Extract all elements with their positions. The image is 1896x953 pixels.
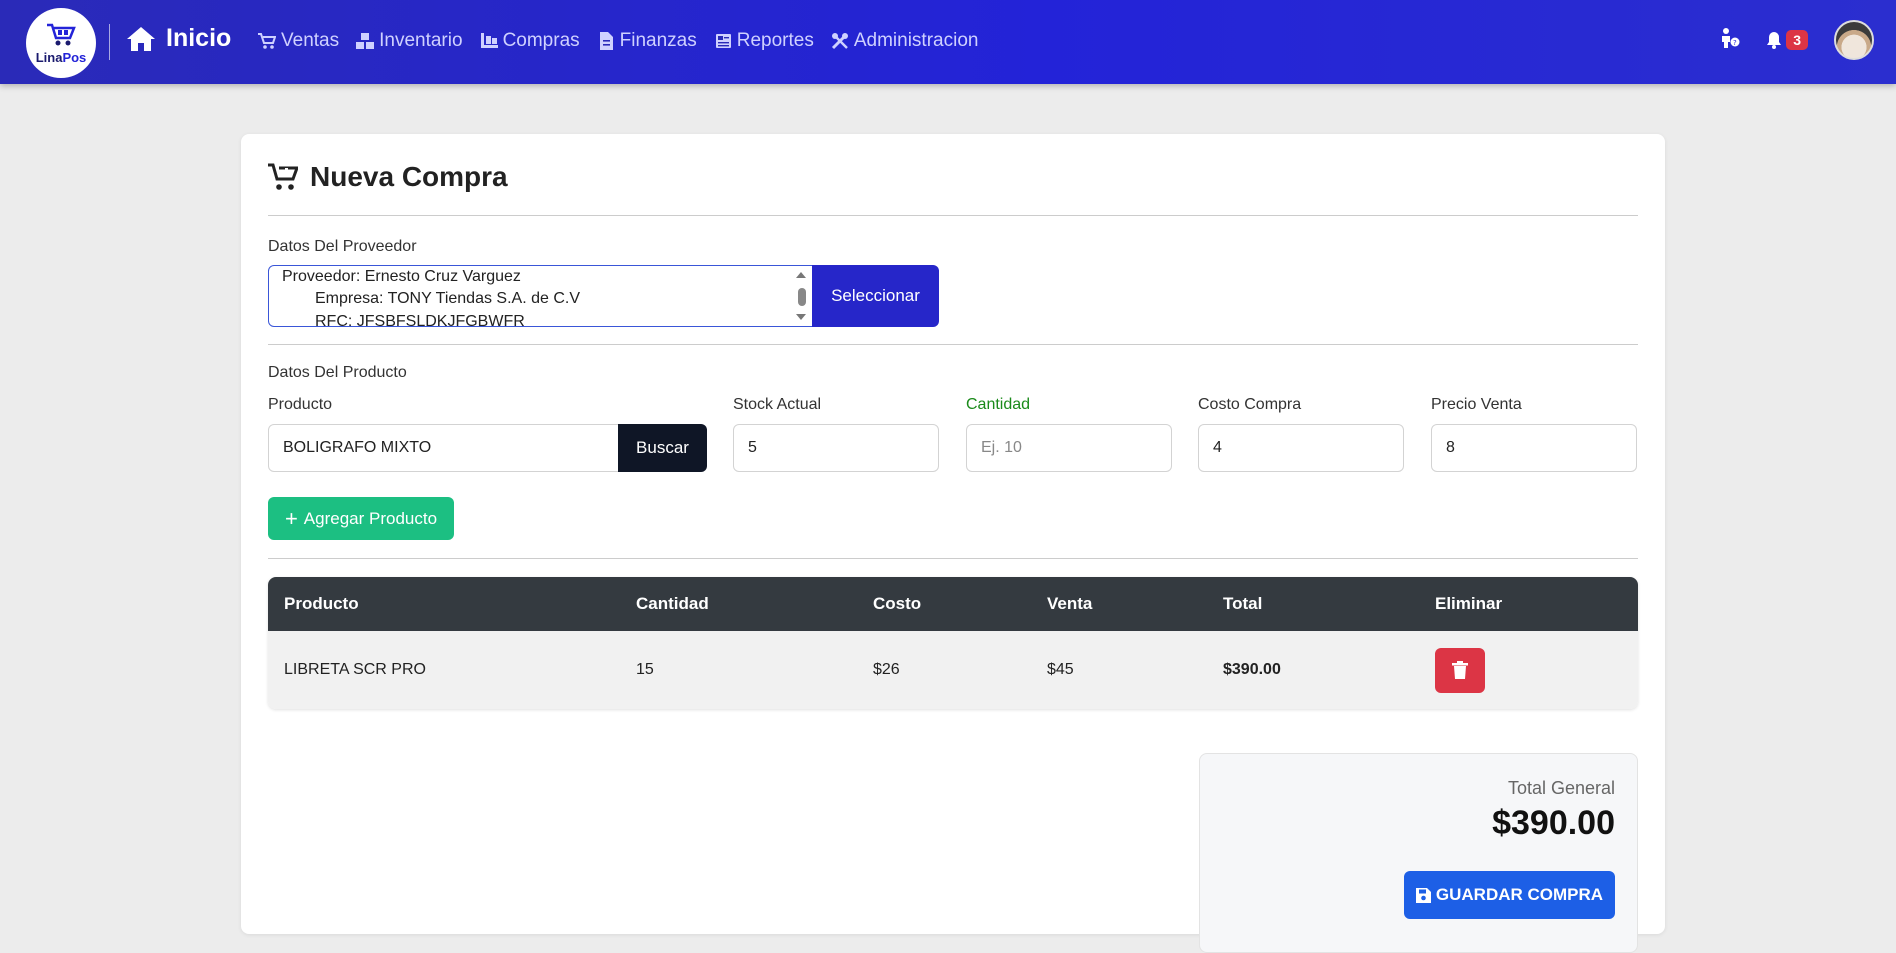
row-cantidad: 15: [636, 661, 654, 678]
user-avatar[interactable]: [1834, 20, 1874, 60]
costo-compra-input[interactable]: [1198, 424, 1404, 472]
logo-text: LinaPos: [35, 49, 87, 65]
user-help-icon[interactable]: ?: [1719, 27, 1741, 54]
boxes-icon: [356, 33, 375, 49]
row-total: $390.00: [1223, 661, 1281, 678]
notification-count-badge: 3: [1786, 30, 1808, 50]
trash-icon: [1452, 661, 1468, 679]
header-costo: Costo: [873, 594, 922, 613]
divider: [268, 558, 1638, 559]
supplier-rfc: RFC: JFSBFSLDKJFGBWFR: [315, 313, 525, 327]
page-title-row: Nueva Compra: [268, 161, 508, 193]
main-menu: Ventas Inventario Compras Finanzas Repor…: [258, 30, 995, 52]
header-producto: Producto: [284, 594, 359, 613]
save-purchase-label: GUARDAR COMPRA: [1435, 885, 1604, 904]
nav-reportes-label: Reportes: [736, 30, 814, 51]
new-purchase-card: Nueva Compra Datos Del Proveedor Proveed…: [241, 134, 1665, 953]
home-label: Inicio: [166, 24, 232, 52]
nav-administracion-label: Administracion: [853, 30, 979, 51]
cantidad-label: Cantidad: [966, 396, 1031, 413]
row-venta: $45: [1047, 661, 1074, 678]
header-total: Total: [1223, 594, 1263, 613]
producto-input[interactable]: [268, 424, 620, 472]
cart-icon: [258, 33, 276, 49]
delete-row-button[interactable]: [1435, 647, 1485, 693]
add-product-label: Agregar Producto: [303, 508, 438, 528]
svg-text:?: ?: [1733, 39, 1737, 47]
stock-input[interactable]: [733, 424, 939, 472]
row-producto: LIBRETA SCR PRO: [284, 661, 426, 678]
table-row: LIBRETA SCR PRO 15 $26 $45 $390.00: [268, 631, 1638, 709]
stock-label: Stock Actual: [733, 396, 822, 413]
bell-icon: [1767, 32, 1782, 49]
precio-venta-label: Precio Venta: [1431, 396, 1522, 413]
supplier-info-box[interactable]: Proveedor: Ernesto Cruz Varguez Empresa:…: [268, 265, 813, 327]
row-costo: $26: [873, 661, 900, 678]
nav-reportes[interactable]: Reportes: [714, 30, 814, 52]
nav-ventas[interactable]: Ventas: [258, 30, 339, 52]
header-eliminar: Eliminar: [1435, 594, 1503, 613]
table-header: Producto Cantidad Costo Venta Total Elim…: [268, 577, 1638, 631]
costo-compra-label: Costo Compra: [1198, 396, 1302, 413]
cantidad-input[interactable]: [966, 424, 1172, 472]
precio-venta-input[interactable]: [1431, 424, 1637, 472]
total-general-label: Total General: [1507, 778, 1615, 798]
nav-inventario[interactable]: Inventario: [356, 30, 463, 52]
total-summary-box: Total General $390.00 GUARDAR COMPRA: [1199, 753, 1638, 953]
nav-ventas-label: Ventas: [281, 30, 340, 51]
buscar-button[interactable]: Buscar: [618, 424, 707, 472]
notifications[interactable]: 3: [1765, 30, 1808, 50]
tools-icon: [831, 33, 848, 50]
header-cantidad: Cantidad: [636, 594, 709, 613]
supplier-company: Empresa: TONY Tiendas S.A. de C.V: [315, 290, 581, 307]
plus-icon: +: [284, 505, 298, 531]
scroll-thumb[interactable]: [798, 288, 806, 306]
nav-finanzas-label: Finanzas: [619, 30, 697, 51]
save-purchase-button[interactable]: GUARDAR COMPRA: [1404, 871, 1615, 919]
divider: [268, 215, 1638, 216]
home-link[interactable]: Inicio: [126, 24, 231, 53]
nav-finanzas[interactable]: Finanzas: [597, 30, 697, 52]
nav-administracion[interactable]: Administracion: [831, 30, 979, 52]
add-product-button[interactable]: + Agregar Producto: [268, 497, 454, 540]
shopping-cart-logo-icon: [47, 23, 76, 45]
newspaper-icon: [715, 34, 731, 48]
nav-compras-label: Compras: [502, 30, 580, 51]
navbar-divider: [109, 24, 110, 60]
scroll-up-icon[interactable]: [796, 272, 806, 278]
dolly-icon: [480, 33, 498, 48]
page-title: Nueva Compra: [310, 161, 508, 192]
product-section-label: Datos Del Producto: [268, 364, 407, 381]
supplier-scrollbar[interactable]: [796, 268, 810, 324]
total-general-value: $390.00: [1492, 804, 1615, 842]
save-icon: [1415, 887, 1431, 903]
producto-label: Producto: [268, 396, 333, 413]
scroll-down-icon[interactable]: [796, 314, 806, 320]
nav-compras[interactable]: Compras: [480, 30, 580, 52]
invoice-icon: [599, 32, 613, 50]
linapos-logo[interactable]: LinaPos: [26, 8, 96, 78]
cart-plus-icon: [268, 163, 298, 190]
products-table: Producto Cantidad Costo Venta Total Elim…: [268, 577, 1638, 709]
supplier-name: Proveedor: Ernesto Cruz Varguez: [282, 268, 521, 285]
home-icon: [127, 26, 155, 51]
supplier-section-label: Datos Del Proveedor: [268, 238, 417, 255]
nav-inventario-label: Inventario: [379, 30, 463, 51]
select-supplier-button[interactable]: Seleccionar: [812, 265, 939, 327]
header-venta: Venta: [1047, 594, 1093, 613]
divider: [268, 344, 1638, 345]
top-navbar: LinaPos Inicio Ventas Inventario Compras…: [0, 0, 1896, 84]
navbar-right: ? 3: [1719, 20, 1874, 60]
